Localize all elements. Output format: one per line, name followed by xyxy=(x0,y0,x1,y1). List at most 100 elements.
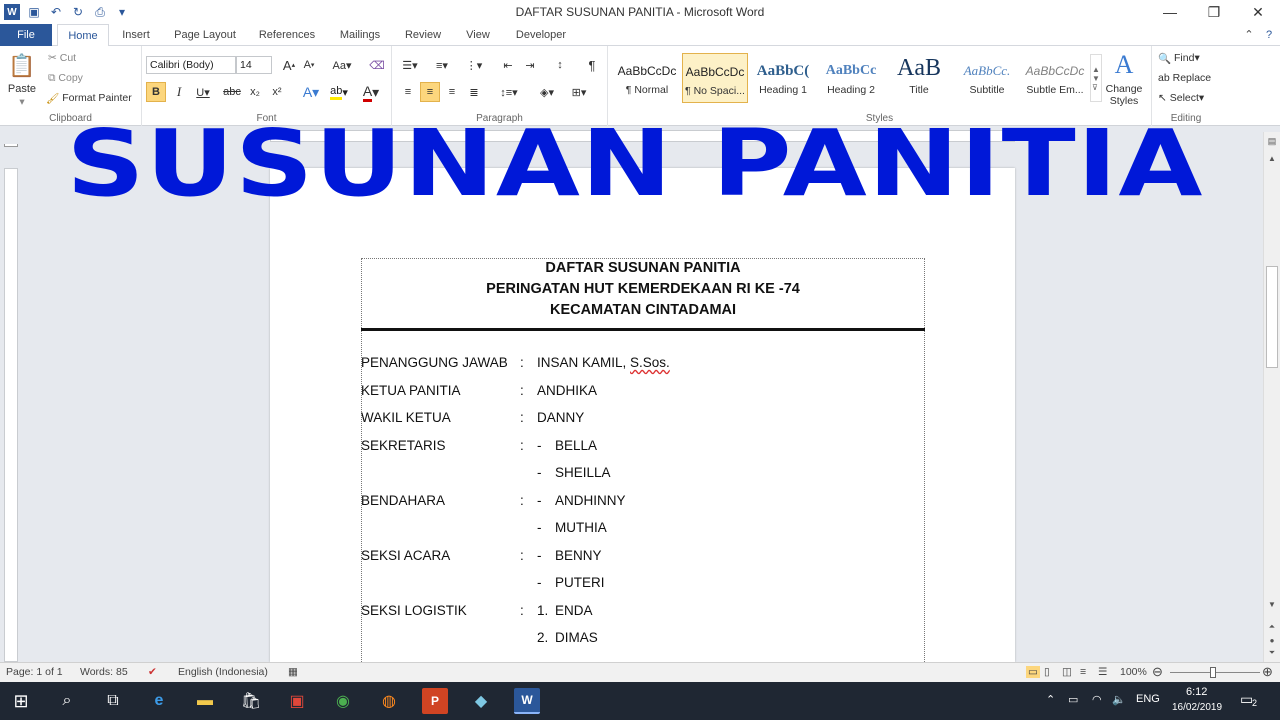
zoom-level[interactable]: 100% xyxy=(1120,666,1147,678)
font-size-combo[interactable]: 14 xyxy=(236,56,272,74)
style-no-spacing[interactable]: AaBbCcDc ¶ No Spaci... xyxy=(682,53,748,103)
scroll-down-icon[interactable]: ▼ xyxy=(1266,600,1278,612)
decrease-indent-icon[interactable]: ⇤ xyxy=(498,56,518,74)
tab-developer[interactable]: Developer xyxy=(508,24,574,46)
tab-home[interactable]: Home xyxy=(57,24,109,47)
underline-button[interactable]: U▾ xyxy=(192,82,214,102)
style-subtle-emphasis[interactable]: AaBbCcDc Subtle Em... xyxy=(1022,53,1088,103)
clear-formatting-icon[interactable]: ⌫ xyxy=(368,56,386,74)
ribbon-minimize-icon[interactable]: ⌃ xyxy=(1240,24,1258,46)
zoom-in-icon[interactable]: ⊕ xyxy=(1262,664,1273,680)
clock-time[interactable]: 6:12 xyxy=(1186,686,1207,698)
italic-button[interactable]: I xyxy=(170,82,188,102)
font-name-combo[interactable]: Calibri (Body) xyxy=(146,56,236,74)
style-subtitle[interactable]: AaBbCc. Subtitle xyxy=(954,53,1020,103)
bold-button[interactable]: B xyxy=(146,82,166,102)
paste-dropdown-icon[interactable]: ▾ xyxy=(4,96,40,108)
tray-chevron-icon[interactable]: ⌃ xyxy=(1046,693,1055,706)
proofing-icon[interactable]: ✔ xyxy=(148,666,157,678)
browse-object-icon[interactable]: ● xyxy=(1266,636,1278,648)
document-page[interactable]: DAFTAR SUSUNAN PANITIA PERINGATAN HUT KE… xyxy=(270,168,1015,678)
draft-icon[interactable]: ☰ xyxy=(1098,666,1107,678)
change-case-icon[interactable]: Aa▾ xyxy=(330,56,354,74)
copy-button[interactable]: ⧉ Copy xyxy=(48,70,83,86)
format-painter-button[interactable]: 🖌 Format Painter xyxy=(46,90,132,106)
full-screen-reading-icon[interactable]: ▯ xyxy=(1044,666,1050,678)
styles-scroll-icon[interactable]: ▲ ▼ ⊽ xyxy=(1090,54,1102,102)
change-styles-button[interactable]: Change Styles xyxy=(1102,82,1146,108)
next-page-icon[interactable]: ⏷ xyxy=(1266,648,1278,660)
superscript-button[interactable]: x² xyxy=(268,82,286,102)
vertical-ruler[interactable] xyxy=(4,168,18,662)
word-taskbar-icon[interactable]: W xyxy=(514,688,540,714)
language-indicator-tray[interactable]: ENG xyxy=(1136,693,1160,705)
vertical-scrollbar[interactable]: ▤ ▲ ▼ ⏶ ● ⏷ xyxy=(1263,132,1280,662)
tab-insert[interactable]: Insert xyxy=(114,24,158,46)
bullets-icon[interactable]: ☰▾ xyxy=(398,56,422,74)
show-marks-icon[interactable]: ¶ xyxy=(582,56,602,74)
borders-icon[interactable]: ⊞▾ xyxy=(566,82,592,102)
select-button[interactable]: ↖ Select ▾ xyxy=(1158,90,1204,106)
minimize-button[interactable]: — xyxy=(1152,0,1188,24)
file-explorer-icon[interactable]: ▬ xyxy=(192,688,218,714)
ruler-toggle-icon[interactable]: ▤ xyxy=(1266,136,1278,148)
tab-view[interactable]: View xyxy=(458,24,498,46)
tab-review[interactable]: Review xyxy=(398,24,448,46)
subscript-button[interactable]: x₂ xyxy=(246,82,264,102)
edge-icon[interactable]: e xyxy=(146,688,172,714)
replace-button[interactable]: ab Replace xyxy=(1158,70,1211,86)
sort-icon[interactable]: ↕ xyxy=(550,56,570,74)
search-icon[interactable]: ⌕ xyxy=(54,688,80,714)
cut-button[interactable]: ✂ Cut xyxy=(48,50,76,66)
numbering-icon[interactable]: ≡▾ xyxy=(430,56,454,74)
language-indicator[interactable]: English (Indonesia) xyxy=(178,666,268,678)
help-icon[interactable]: ? xyxy=(1260,24,1278,46)
gift-icon[interactable]: ▣ xyxy=(284,688,310,714)
line-spacing-icon[interactable]: ↕≡▾ xyxy=(496,82,522,102)
zoom-out-icon[interactable]: ⊖ xyxy=(1152,664,1163,680)
firefox-icon[interactable]: ◍ xyxy=(376,688,402,714)
align-right-icon[interactable]: ≡ xyxy=(442,82,462,102)
highlight-icon[interactable]: ab ▾ xyxy=(326,82,352,102)
align-left-icon[interactable]: ≡ xyxy=(398,82,418,102)
chrome-icon[interactable]: ◉ xyxy=(330,688,356,714)
find-button[interactable]: 🔍 Find ▾ xyxy=(1158,50,1200,66)
style-heading-2[interactable]: AaBbCc Heading 2 xyxy=(818,53,884,103)
increase-indent-icon[interactable]: ⇥ xyxy=(520,56,540,74)
strikethrough-button[interactable]: abc xyxy=(222,82,242,102)
zoom-slider-thumb[interactable] xyxy=(1210,667,1216,678)
font-color-icon[interactable]: A ▾ xyxy=(358,82,384,102)
wifi-icon[interactable]: ◠ xyxy=(1092,693,1102,706)
macro-record-icon[interactable]: ▦ xyxy=(288,666,298,678)
tab-references[interactable]: References xyxy=(252,24,322,46)
powerpoint-icon[interactable]: P xyxy=(422,688,448,714)
web-layout-icon[interactable]: ◫ xyxy=(1062,666,1072,678)
app-icon[interactable]: ◆ xyxy=(468,688,494,714)
outline-icon[interactable]: ≡ xyxy=(1080,666,1086,678)
print-layout-icon[interactable]: ▭ xyxy=(1026,666,1040,678)
grow-font-icon[interactable]: A ▴ xyxy=(280,56,298,74)
style-title[interactable]: AaB Title xyxy=(886,53,952,103)
clock-date[interactable]: 16/02/2019 xyxy=(1172,702,1222,713)
shading-icon[interactable]: ◈▾ xyxy=(534,82,560,102)
previous-page-icon[interactable]: ⏶ xyxy=(1266,622,1278,634)
volume-icon[interactable]: 🔈 xyxy=(1112,693,1126,706)
align-center-icon[interactable]: ≡ xyxy=(420,82,440,102)
battery-icon[interactable]: ▭ xyxy=(1068,693,1078,706)
restore-button[interactable]: ❐ xyxy=(1196,0,1232,24)
task-view-icon[interactable]: ⧉ xyxy=(100,688,126,714)
justify-icon[interactable]: ≣ xyxy=(464,82,484,102)
shrink-font-icon[interactable]: A ▾ xyxy=(300,56,318,74)
windows-start-icon[interactable]: ⊞ xyxy=(8,688,34,714)
word-count[interactable]: Words: 85 xyxy=(80,666,128,678)
paste-button[interactable]: Paste xyxy=(4,82,40,96)
close-button[interactable]: ✕ xyxy=(1240,0,1276,24)
scroll-up-icon[interactable]: ▲ xyxy=(1266,154,1278,166)
paste-icon[interactable]: 📋 xyxy=(6,50,38,82)
tab-file[interactable]: File xyxy=(0,24,52,46)
page-count[interactable]: Page: 1 of 1 xyxy=(6,666,63,678)
tab-page-layout[interactable]: Page Layout xyxy=(168,24,242,46)
scroll-thumb[interactable] xyxy=(1266,266,1278,368)
store-icon[interactable]: 🛍 xyxy=(238,688,264,714)
style-normal[interactable]: AaBbCcDc ¶ Normal xyxy=(614,53,680,103)
